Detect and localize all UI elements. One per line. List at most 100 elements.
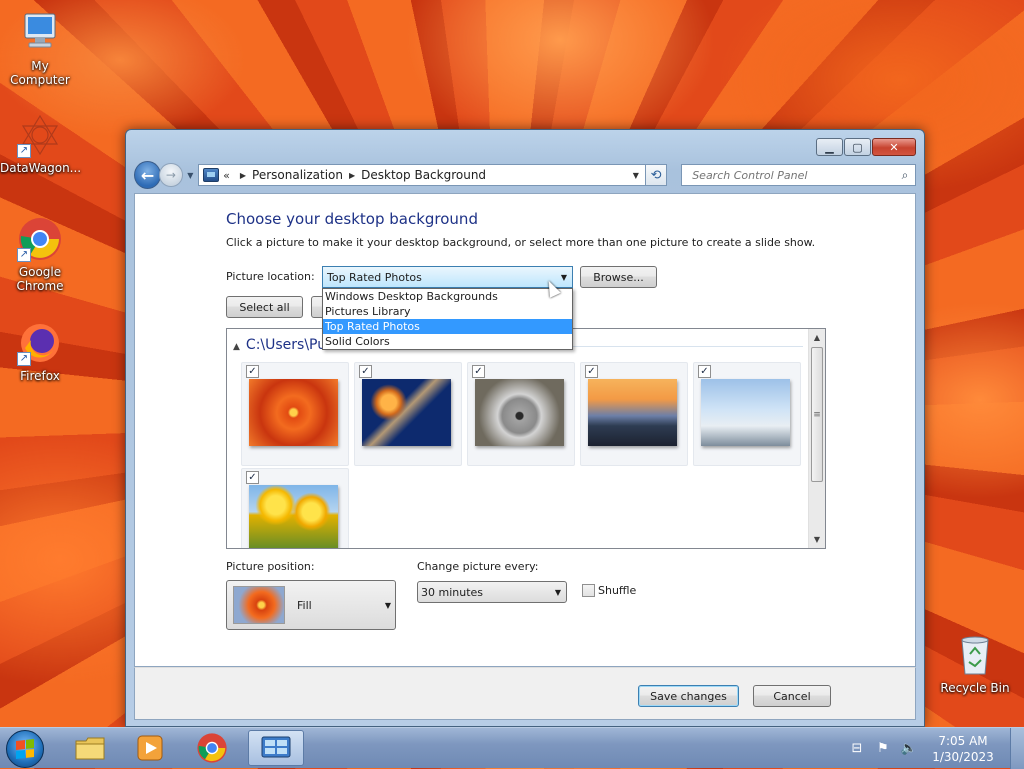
- picture-position-label: Picture position:: [226, 560, 315, 573]
- desktop-icon-label: DataWagon...: [0, 161, 82, 175]
- main-content: Choose your desktop background Click a p…: [134, 193, 916, 667]
- maximize-button[interactable]: ▢: [844, 138, 871, 156]
- dropdown-option-pictures-library[interactable]: Pictures Library: [323, 304, 572, 319]
- picture-tile-lighthouse[interactable]: ✓: [580, 362, 688, 466]
- chevron-down-icon: ▼: [187, 170, 194, 180]
- control-panel-icon: [203, 168, 220, 182]
- group-header[interactable]: ▲ C:\Users\Pu: [233, 337, 326, 353]
- picture-checkbox[interactable]: ✓: [472, 365, 485, 378]
- chevron-down-icon: ▼: [632, 170, 639, 180]
- clock-time: 7:05 AM: [938, 733, 988, 748]
- group-header-path: C:\Users\Pu: [245, 337, 327, 353]
- picture-tile-penguins[interactable]: ✓: [693, 362, 801, 466]
- picture-thumbnail[interactable]: [362, 379, 451, 446]
- picture-checkbox[interactable]: ✓: [359, 365, 372, 378]
- search-icon[interactable]: ⌕: [895, 168, 915, 183]
- address-dropdown-button[interactable]: ▼: [627, 171, 645, 180]
- network-icon[interactable]: ⊟: [848, 741, 866, 757]
- picture-checkbox[interactable]: ✓: [585, 365, 598, 378]
- picture-thumbnail[interactable]: [249, 485, 338, 548]
- save-changes-button[interactable]: Save changes: [638, 685, 739, 707]
- picture-thumbnail[interactable]: [588, 379, 677, 446]
- picture-tile-flower[interactable]: ✓: [241, 362, 349, 466]
- address-bar[interactable]: « ▶ Personalization ▶ Desktop Background…: [198, 164, 646, 186]
- select-all-button[interactable]: Select all: [226, 296, 303, 318]
- computer-icon: [17, 10, 63, 56]
- minimize-button[interactable]: ▁: [816, 138, 843, 156]
- navigation-bar: ← → ▼ « ▶ Personalization ▶ Desktop Back…: [134, 160, 916, 190]
- show-desktop-button[interactable]: [1010, 728, 1024, 769]
- breadcrumb-personalization[interactable]: Personalization: [252, 168, 343, 182]
- volume-icon[interactable]: 🔈: [900, 741, 918, 757]
- back-button[interactable]: ←: [134, 161, 162, 189]
- taskbar-explorer[interactable]: [62, 730, 118, 766]
- chevron-down-icon: ▼: [560, 272, 568, 282]
- dropdown-option-solid-colors[interactable]: Solid Colors: [323, 334, 572, 349]
- picture-thumbnail[interactable]: [701, 379, 790, 446]
- recent-pages-button[interactable]: ▼: [185, 171, 197, 180]
- chevron-right-icon[interactable]: ▶: [240, 171, 246, 180]
- search-box[interactable]: ⌕: [681, 164, 916, 186]
- chevron-right-icon[interactable]: ▶: [349, 171, 355, 180]
- breadcrumb-desktop-background[interactable]: Desktop Background: [361, 168, 486, 182]
- dropdown-option-top-rated-photos[interactable]: Top Rated Photos: [323, 319, 572, 334]
- window-footer: Save changes Cancel: [134, 667, 916, 720]
- taskbar-media-player[interactable]: [122, 730, 178, 766]
- desktop-icon-firefox[interactable]: ↗ Firefox: [0, 320, 80, 383]
- chevron-down-icon: ▼: [384, 600, 391, 610]
- desktop-icon-google-chrome[interactable]: ↗ Google Chrome: [0, 216, 80, 293]
- forward-button[interactable]: →: [159, 163, 183, 187]
- refresh-icon: ⟲: [650, 167, 662, 183]
- picture-position-value: Fill: [297, 598, 312, 612]
- picture-location-value: Top Rated Photos: [327, 270, 422, 284]
- picture-location-select[interactable]: Top Rated Photos ▼: [322, 266, 573, 288]
- picture-position-select[interactable]: Fill ▼: [226, 580, 396, 630]
- scrollbar-thumb[interactable]: ≡: [811, 347, 823, 482]
- desktop-icon-datawagon[interactable]: ↗ DataWagon...: [0, 112, 82, 175]
- desktop-icon-label: My Computer: [10, 59, 70, 87]
- desktop-icon-my-computer[interactable]: My Computer: [0, 10, 80, 87]
- start-button[interactable]: [6, 730, 44, 768]
- cancel-button[interactable]: Cancel: [753, 685, 831, 707]
- picture-location-dropdown: Windows Desktop Backgrounds Pictures Lib…: [322, 288, 573, 350]
- shuffle-option[interactable]: Shuffle: [582, 584, 636, 597]
- picture-checkbox[interactable]: ✓: [246, 365, 259, 378]
- chevron-down-icon: ▼: [554, 587, 562, 597]
- browse-button[interactable]: Browse...: [580, 266, 657, 288]
- picture-thumbnail[interactable]: [249, 379, 338, 446]
- picture-tile-jellyfish[interactable]: ✓: [354, 362, 462, 466]
- collapse-triangle-icon[interactable]: ▲: [233, 342, 240, 352]
- shortcut-arrow-icon: ↗: [17, 352, 31, 366]
- window-controls: ▁ ▢ ✕: [816, 138, 916, 156]
- desktop-icon-recycle-bin[interactable]: Recycle Bin: [935, 632, 1015, 695]
- picture-tile-koala[interactable]: ✓: [467, 362, 575, 466]
- change-picture-select[interactable]: 30 minutes ▼: [417, 581, 567, 603]
- gallery-scrollbar[interactable]: ▲ ≡ ▼: [808, 329, 825, 548]
- change-picture-value: 30 minutes: [421, 585, 484, 599]
- dropdown-option-windows-desktop-backgrounds[interactable]: Windows Desktop Backgrounds: [323, 289, 572, 304]
- scroll-up-icon[interactable]: ▲: [809, 329, 825, 346]
- firefox-icon: ↗: [17, 320, 63, 366]
- recycle-bin-icon: [952, 632, 998, 678]
- page-description: Click a picture to make it your desktop …: [226, 236, 816, 249]
- close-button[interactable]: ✕: [872, 138, 916, 156]
- search-input[interactable]: [690, 167, 895, 183]
- taskbar-control-panel[interactable]: [248, 730, 304, 766]
- taskbar-chrome[interactable]: [184, 730, 240, 766]
- desktop-background-window: ▁ ▢ ✕ ← → ▼ « ▶ Personalization ▶ Deskto…: [125, 129, 925, 727]
- close-icon: ✕: [889, 140, 899, 154]
- picture-checkbox[interactable]: ✓: [698, 365, 711, 378]
- breadcrumb-overflow[interactable]: «: [223, 169, 230, 182]
- chrome-icon: [197, 733, 227, 763]
- clock-date: 1/30/2023: [932, 749, 994, 764]
- refresh-button[interactable]: ⟲: [645, 164, 668, 186]
- picture-position-preview: [233, 586, 285, 624]
- clock[interactable]: 7:05 AM 1/30/2023: [922, 733, 1004, 765]
- picture-tile-tulips[interactable]: ✓: [241, 468, 349, 548]
- forward-arrow-icon: →: [165, 168, 176, 182]
- shuffle-checkbox[interactable]: [582, 584, 595, 597]
- picture-checkbox[interactable]: ✓: [246, 471, 259, 484]
- picture-thumbnail[interactable]: [475, 379, 564, 446]
- scroll-down-icon[interactable]: ▼: [809, 531, 825, 548]
- action-center-icon[interactable]: ⚑: [874, 741, 892, 757]
